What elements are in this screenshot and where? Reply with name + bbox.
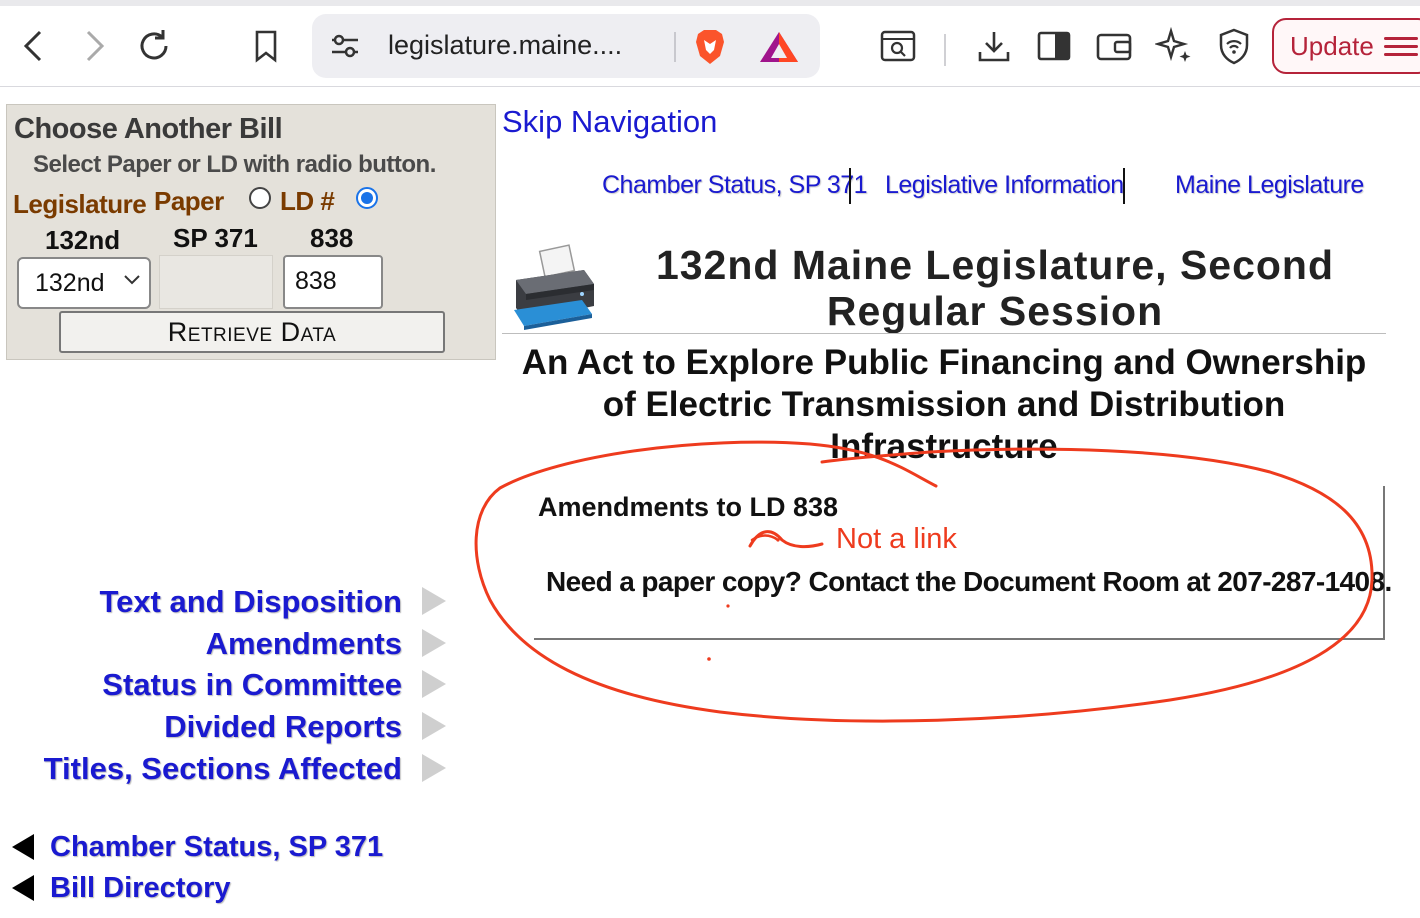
annotation-note: Not a link: [836, 523, 957, 555]
annotation-circle: [474, 440, 1374, 723]
